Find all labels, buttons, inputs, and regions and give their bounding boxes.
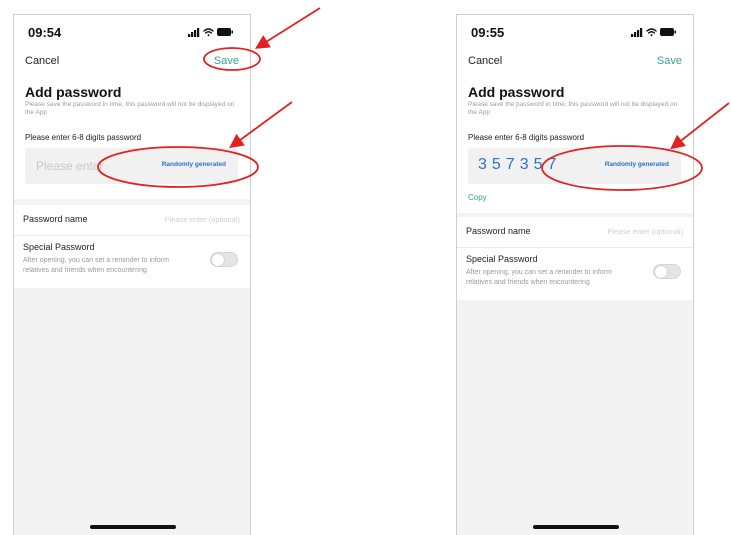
password-name-label: Password name [466, 226, 531, 236]
battery-icon [217, 28, 233, 36]
special-password-row: Special Password After opening, you can … [457, 248, 693, 300]
special-password-row: Special Password After opening, you can … [14, 236, 250, 288]
page-subtitle: Please save the password in time, this p… [468, 101, 678, 116]
cellular-signal-icon [631, 28, 643, 37]
status-bar: 09:55 [457, 15, 693, 49]
form-section [457, 49, 693, 213]
toggle-knob [212, 254, 224, 266]
special-password-title: Special Password [23, 242, 95, 252]
status-icons [631, 28, 676, 37]
password-placeholder: Please enter [36, 159, 104, 173]
save-button[interactable]: Save [214, 55, 239, 67]
wifi-icon [646, 28, 657, 37]
password-value: 357357 [478, 156, 562, 173]
password-name-input[interactable]: Please enter (optional) [165, 215, 240, 224]
password-field-label: Please enter 6-8 digits password [468, 133, 585, 142]
toggle-knob [655, 266, 667, 278]
randomly-generated-button[interactable]: Randomly generated [162, 161, 226, 168]
password-name-input[interactable]: Please enter (optional) [608, 227, 683, 236]
page-title: Add password [468, 84, 565, 100]
status-bar: 09:54 [14, 15, 250, 49]
phone-screen-left: 09:54 Cancel Save Add password Please sa… [13, 14, 251, 535]
password-name-row[interactable]: Password name Please enter (optional) [457, 217, 693, 248]
special-password-toggle[interactable] [653, 264, 681, 279]
page-subtitle: Please save the password in time, this p… [25, 101, 235, 116]
password-field-label: Please enter 6-8 digits password [25, 133, 142, 142]
status-time: 09:55 [471, 25, 505, 40]
home-indicator [533, 525, 619, 529]
wifi-icon [203, 28, 214, 37]
special-password-toggle[interactable] [210, 252, 238, 267]
password-name-label: Password name [23, 214, 88, 224]
special-password-description: After opening, you can set a reminder to… [23, 257, 169, 274]
home-indicator [90, 525, 176, 529]
password-input[interactable]: Please enter Randomly generated [25, 148, 238, 184]
cancel-button[interactable]: Cancel [25, 55, 59, 67]
page-title: Add password [25, 84, 122, 100]
password-input[interactable]: 357357 Randomly generated [468, 148, 681, 184]
special-password-description: After opening, you can set a reminder to… [466, 269, 612, 286]
copy-button[interactable]: Copy [468, 193, 487, 202]
red-arrow-annotation [254, 7, 321, 49]
save-button[interactable]: Save [657, 55, 682, 67]
password-name-row[interactable]: Password name Please enter (optional) [14, 205, 250, 236]
special-password-title: Special Password [466, 254, 538, 264]
battery-icon [660, 28, 676, 36]
cellular-signal-icon [188, 28, 200, 37]
status-time: 09:54 [28, 25, 62, 40]
randomly-generated-button[interactable]: Randomly generated [605, 161, 669, 168]
status-icons [188, 28, 233, 37]
cancel-button[interactable]: Cancel [468, 55, 502, 67]
phone-screen-right: 09:55 Cancel Save Add password Please sa… [456, 14, 694, 535]
